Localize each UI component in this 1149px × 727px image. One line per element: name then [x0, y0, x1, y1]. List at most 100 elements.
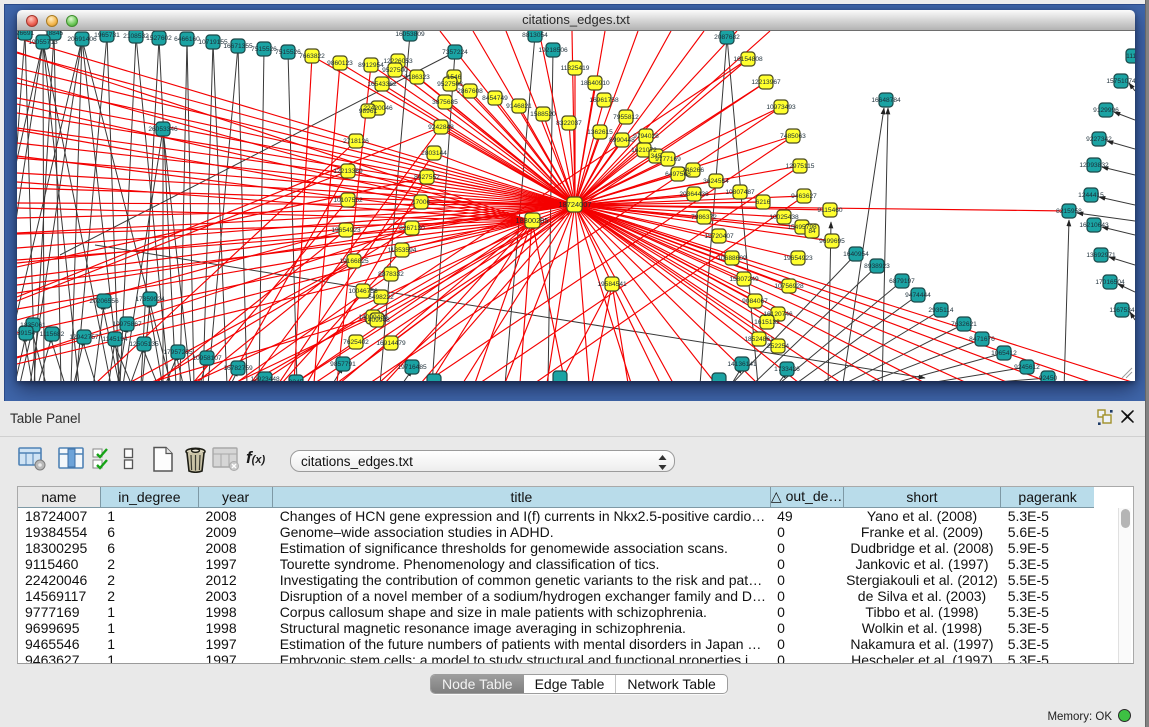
svg-text:98961: 98961	[359, 108, 378, 115]
svg-text:1527602: 1527602	[146, 35, 172, 42]
svg-text:9777169: 9777169	[655, 156, 681, 163]
svg-text:8878332: 8878332	[378, 271, 404, 278]
svg-text:6466160: 6466160	[174, 36, 200, 43]
svg-text:10107552: 10107552	[333, 197, 363, 204]
svg-text:10025438: 10025438	[769, 214, 799, 221]
svg-text:7986372: 7986372	[691, 214, 717, 221]
svg-text:7357224: 7357224	[442, 49, 468, 56]
svg-text:1409948: 1409948	[364, 317, 390, 324]
svg-text:17957255: 17957255	[163, 349, 193, 356]
svg-text:16961758: 16961758	[589, 97, 619, 104]
svg-text:16671355: 16671355	[223, 43, 253, 50]
svg-text:252254: 252254	[767, 343, 789, 350]
svg-text:1965731: 1965731	[94, 32, 120, 39]
svg-text:16782759: 16782759	[223, 365, 253, 372]
svg-text:10807487: 10807487	[725, 189, 755, 196]
svg-text:9242848: 9242848	[428, 124, 454, 131]
svg-text:12505135: 12505135	[129, 341, 159, 348]
svg-text:12093832: 12093832	[1079, 162, 1109, 169]
svg-text:12226053: 12226053	[383, 58, 413, 65]
svg-text:92450: 92450	[1039, 375, 1058, 381]
svg-text:1112: 1112	[1126, 53, 1135, 60]
svg-text:8454749: 8454749	[482, 95, 508, 102]
svg-text:17016504: 17016504	[1095, 279, 1125, 286]
svg-text:8186323: 8186323	[404, 74, 430, 81]
svg-text:9860123: 9860123	[327, 60, 353, 67]
svg-text:19055713: 19055713	[28, 39, 58, 46]
svg-text:18724007: 18724007	[559, 200, 592, 209]
svg-text:9474444: 9474444	[905, 292, 931, 299]
svg-text:16154808: 16154808	[733, 56, 763, 63]
svg-text:9527500: 9527500	[382, 67, 408, 74]
svg-text:18640910: 18640910	[580, 80, 610, 87]
svg-text:11353594: 11353594	[388, 247, 417, 254]
svg-text:11325419: 11325419	[561, 65, 590, 72]
svg-text:7515526: 7515526	[275, 49, 301, 56]
svg-text:6879197: 6879197	[889, 278, 915, 285]
svg-text:9699695: 9699695	[819, 238, 845, 245]
svg-text:1640954: 1640954	[843, 251, 869, 258]
svg-text:14136141: 14136141	[727, 361, 757, 368]
svg-text:5498222: 5498222	[368, 294, 394, 301]
svg-text:9794028: 9794028	[633, 133, 659, 140]
svg-text:8813054: 8813054	[522, 32, 548, 39]
svg-text:1145194: 1145194	[102, 336, 128, 343]
svg-text:6216: 6216	[756, 199, 771, 206]
svg-text:1546: 1546	[447, 74, 462, 81]
svg-text:9857791: 9857791	[330, 361, 356, 368]
svg-text:17359924: 17359924	[135, 296, 165, 303]
svg-text:9245: 9245	[289, 379, 304, 381]
svg-text:7485063: 7485063	[780, 133, 806, 140]
svg-text:18300295: 18300295	[516, 216, 549, 225]
svg-text:26691: 26691	[17, 31, 34, 37]
svg-text:16648784: 16648784	[871, 97, 901, 104]
svg-text:7955812: 7955812	[613, 114, 639, 121]
svg-text:8215958: 8215958	[1056, 208, 1082, 215]
svg-text:18845: 18845	[45, 31, 64, 37]
svg-text:8990448: 8990448	[609, 137, 635, 144]
svg-text:16120746: 16120746	[763, 311, 793, 318]
svg-text:16053809: 16053809	[395, 31, 425, 38]
svg-text:1065412: 1065412	[991, 350, 1017, 357]
svg-text:19716485: 19716485	[397, 364, 427, 371]
svg-text:13692971: 13692971	[1086, 252, 1116, 259]
svg-text:16210643: 16210643	[1079, 222, 1109, 229]
svg-text:84: 84	[808, 228, 816, 235]
svg-text:9245612: 9245612	[1014, 364, 1040, 371]
svg-text:2803144: 2803144	[421, 150, 447, 157]
svg-text:19654923: 19654923	[331, 227, 361, 234]
svg-text:10958107: 10958107	[192, 355, 222, 362]
svg-text:9463627: 9463627	[791, 193, 817, 200]
svg-text:746266: 746266	[682, 167, 704, 174]
svg-text:19166825: 19166825	[339, 258, 369, 265]
svg-text:10975867: 10975867	[112, 321, 142, 328]
svg-text:7632621: 7632621	[951, 321, 977, 328]
svg-text:1733426: 1733426	[774, 366, 800, 373]
svg-text:15807249: 15807249	[729, 276, 759, 283]
svg-text:16543362: 16543362	[367, 81, 397, 88]
svg-text:9227342: 9227342	[1086, 136, 1112, 143]
svg-text:7515526: 7515526	[251, 46, 277, 53]
svg-text:1167534: 1167534	[1109, 307, 1135, 314]
svg-text:20364436: 20364436	[679, 191, 709, 198]
svg-text:9115460: 9115460	[817, 207, 843, 214]
svg-text:9129996: 9129996	[1093, 107, 1119, 114]
svg-text:9084067: 9084067	[742, 298, 768, 305]
svg-text:15751074: 15751074	[1106, 78, 1135, 85]
svg-text:19218506: 19218506	[538, 47, 568, 54]
svg-text:17006: 17006	[412, 199, 431, 206]
svg-text:1588520: 1588520	[530, 111, 556, 118]
svg-text:15720407: 15720407	[704, 233, 734, 240]
svg-text:3875685: 3875685	[432, 99, 458, 106]
svg-text:10756928: 10756928	[774, 283, 804, 290]
svg-text:8938923: 8938923	[864, 263, 890, 270]
svg-text:8471676: 8471676	[969, 336, 995, 343]
svg-text:12213369: 12213369	[333, 168, 363, 175]
svg-text:26053346: 26053346	[148, 126, 178, 133]
svg-text:8427552: 8427552	[414, 174, 440, 181]
svg-text:20206556: 20206556	[89, 298, 119, 305]
svg-text:10688609: 10688609	[717, 255, 747, 262]
svg-text:12942757: 12942757	[69, 334, 99, 341]
svg-text:12213967: 12213967	[751, 79, 781, 86]
svg-text:19584541: 19584541	[597, 281, 627, 288]
